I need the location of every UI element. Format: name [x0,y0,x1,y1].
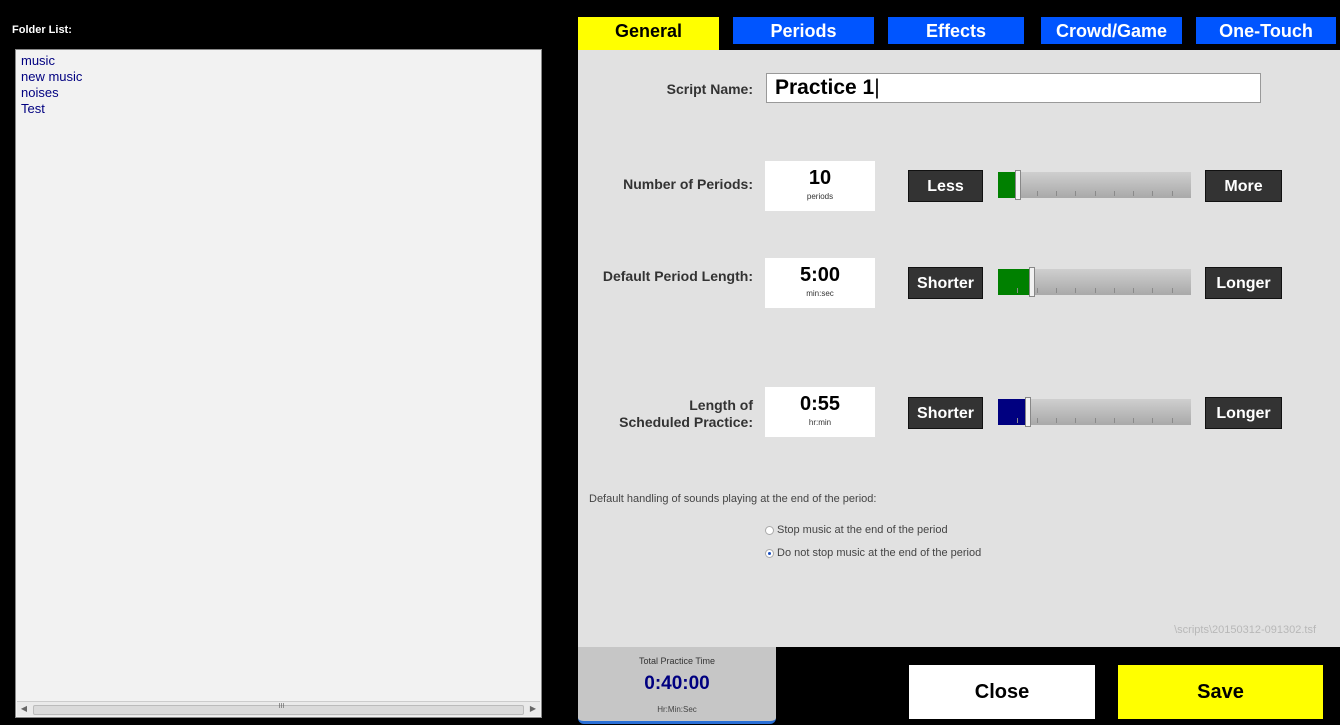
default-period-length-value: 5:00 [799,264,841,286]
scroll-left-arrow-icon[interactable]: ◀ [17,702,31,716]
total-practice-time-unit: Hr:Min:Sec [657,705,697,714]
script-name-label: Script Name: [666,81,753,97]
close-button[interactable]: Close [909,665,1095,719]
number-of-periods-unit: periods [806,192,834,201]
folder-list[interactable]: music new music noises Test ◀ III ▶ [15,49,542,718]
radio-stop-music-label: Stop music at the end of the period [777,524,948,536]
default-period-length-label: Default Period Length: [602,268,753,284]
sound-handling-label: Default handling of sounds playing at th… [589,493,877,505]
tab-one-touch[interactable]: One-Touch [1196,17,1336,44]
folder-item-noises[interactable]: noises [16,85,541,101]
slider-tick [1133,288,1134,293]
number-of-periods-label: Number of Periods: [623,176,753,192]
shorter-practice-button[interactable]: Shorter [908,397,983,429]
slider-tick [1037,288,1038,293]
longer-practice-button[interactable]: Longer [1205,397,1282,429]
scheduled-practice-display: 0:55 hr:min [765,387,875,437]
scheduled-practice-label-line1: Length of [689,397,753,413]
scroll-right-arrow-icon[interactable]: ▶ [526,702,540,716]
script-name-input[interactable]: Practice 1| [766,73,1261,103]
slider-tick [1152,418,1153,423]
default-period-length-slider[interactable] [998,267,1191,297]
slider-tick [1056,288,1057,293]
tab-general[interactable]: General [578,17,719,50]
number-of-periods-value: 10 [808,167,832,189]
tab-effects[interactable]: Effects [888,17,1024,44]
total-practice-time-label: Total Practice Time [638,656,716,666]
slider-tick [1075,191,1076,196]
slider-tick [1037,418,1038,423]
more-periods-button[interactable]: More [1205,170,1282,202]
slider-tick [1056,191,1057,196]
slider-tick [1152,288,1153,293]
slider-knob[interactable] [1015,170,1021,200]
slider-tick [1152,191,1153,196]
slider-tick [1075,288,1076,293]
slider-tick [1133,418,1134,423]
scheduled-practice-label-line2: Scheduled Practice: [619,414,753,430]
slider-tick [1095,418,1096,423]
folder-item-test[interactable]: Test [16,101,541,117]
slider-tick [1114,418,1115,423]
default-period-length-display: 5:00 min:sec [765,258,875,308]
slider-ticks [998,287,1191,293]
scrollbar-grip: III [278,703,285,710]
slider-tick [1037,191,1038,196]
slider-tick [1172,418,1173,423]
slider-tick [1017,288,1018,293]
longer-period-button[interactable]: Longer [1205,267,1282,299]
radio-button-icon[interactable] [765,548,774,558]
radio-stop-music[interactable]: Stop music at the end of the period [765,524,948,536]
radio-button-icon[interactable] [765,525,774,535]
scheduled-practice-label: Length of Scheduled Practice: [560,397,753,431]
slider-tick [1114,288,1115,293]
shorter-period-button[interactable]: Shorter [908,267,983,299]
scheduled-practice-slider[interactable] [998,397,1191,427]
tab-periods[interactable]: Periods [733,17,874,44]
slider-ticks [998,190,1191,196]
less-periods-button[interactable]: Less [908,170,983,202]
slider-tick [1017,418,1018,423]
scheduled-practice-unit: hr:min [808,418,832,427]
slider-knob[interactable] [1025,397,1031,427]
horizontal-scrollbar[interactable]: ◀ III ▶ [17,701,540,716]
slider-tick [1114,191,1115,196]
script-file-path: \scripts\20150312-091302.tsf [1174,624,1316,636]
slider-tick [1056,418,1057,423]
number-of-periods-display: 10 periods [765,161,875,211]
save-button[interactable]: Save [1118,665,1323,719]
folder-list-title: Folder List: [12,24,72,36]
slider-tick [1172,191,1173,196]
total-practice-time-box: Total Practice Time 0:40:00 Hr:Min:Sec [578,647,776,724]
slider-knob[interactable] [1029,267,1035,297]
folder-item-new-music[interactable]: new music [16,69,541,85]
slider-tick [1172,288,1173,293]
scheduled-practice-value: 0:55 [799,393,841,415]
default-period-length-unit: min:sec [806,289,834,298]
slider-tick [1095,288,1096,293]
slider-tick [1095,191,1096,196]
folder-item-music[interactable]: music [16,53,541,69]
total-practice-time-value: 0:40:00 [644,673,710,694]
tab-crowd-game[interactable]: Crowd/Game [1041,17,1182,44]
radio-do-not-stop-music-label: Do not stop music at the end of the peri… [777,547,982,559]
slider-tick [1133,191,1134,196]
number-of-periods-slider[interactable] [998,170,1191,200]
radio-do-not-stop-music[interactable]: Do not stop music at the end of the peri… [765,547,981,559]
scrollbar-thumb[interactable]: III [33,703,524,715]
script-name-value: Practice 1 [775,76,875,99]
slider-tick [1075,418,1076,423]
